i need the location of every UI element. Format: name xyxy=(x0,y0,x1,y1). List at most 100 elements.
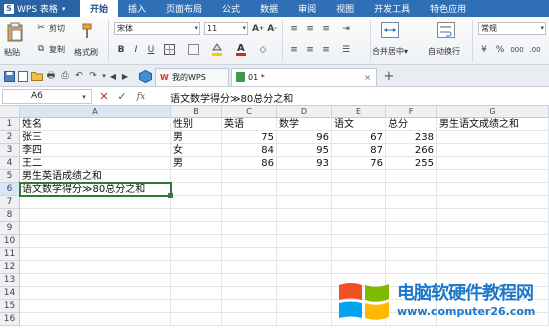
table-cell[interactable] xyxy=(277,300,332,313)
table-cell[interactable] xyxy=(20,209,171,222)
redo-icon[interactable]: ↷ xyxy=(87,70,99,82)
new-file-icon[interactable] xyxy=(17,70,29,82)
wrap-text-button[interactable]: 自动换行 xyxy=(428,46,460,57)
table-cell[interactable] xyxy=(386,222,437,235)
table-cell[interactable] xyxy=(171,196,222,209)
table-cell[interactable]: 255 xyxy=(386,157,437,170)
tab-developer[interactable]: 开发工具 xyxy=(364,0,420,17)
table-cell[interactable] xyxy=(437,196,549,209)
table-cell[interactable] xyxy=(332,248,386,261)
row-header[interactable]: 14 xyxy=(0,287,20,300)
table-cell[interactable]: 266 xyxy=(386,144,437,157)
font-color-icon[interactable]: A xyxy=(234,41,248,56)
table-cell[interactable] xyxy=(332,261,386,274)
fill-color-icon[interactable] xyxy=(210,41,224,56)
table-cell[interactable]: 英语 xyxy=(222,118,277,131)
table-cell[interactable]: 男生语文成绩之和 xyxy=(437,118,549,131)
table-cell[interactable] xyxy=(171,235,222,248)
table-cell[interactable]: 女 xyxy=(171,144,222,157)
indent-icon[interactable]: ⇥ xyxy=(340,23,352,34)
table-cell[interactable]: 93 xyxy=(277,157,332,170)
confirm-icon[interactable]: ✓ xyxy=(116,90,128,103)
table-cell[interactable] xyxy=(332,196,386,209)
table-cell[interactable] xyxy=(171,274,222,287)
undo-icon[interactable]: ↶ xyxy=(73,70,85,82)
align-middle-icon[interactable]: ≡ xyxy=(304,23,316,34)
grid-icon[interactable] xyxy=(186,43,200,56)
table-cell[interactable] xyxy=(277,235,332,248)
tab-page-layout[interactable]: 页面布局 xyxy=(156,0,212,17)
increase-font-icon[interactable]: A + xyxy=(252,22,264,35)
font-name-select[interactable]: 宋体 xyxy=(114,22,200,35)
distribute-icon[interactable]: ☰ xyxy=(340,44,352,55)
table-cell[interactable] xyxy=(20,313,171,326)
clear-format-icon[interactable]: ◇ xyxy=(256,43,270,56)
currency-icon[interactable]: ¥ xyxy=(478,43,490,56)
open-folder-icon[interactable] xyxy=(31,70,43,82)
row-header[interactable]: 6 xyxy=(0,183,20,196)
table-cell[interactable]: 姓名 xyxy=(20,118,171,131)
number-format-select[interactable]: 常规 xyxy=(478,22,546,35)
table-cell[interactable] xyxy=(277,313,332,326)
row-header[interactable]: 11 xyxy=(0,248,20,261)
cut-button[interactable]: 剪切 xyxy=(49,23,65,34)
table-cell[interactable] xyxy=(332,170,386,183)
column-header-c[interactable]: C xyxy=(222,106,277,118)
tab-review[interactable]: 审阅 xyxy=(288,0,326,17)
table-cell[interactable] xyxy=(20,300,171,313)
merge-center-icon[interactable] xyxy=(380,20,400,40)
fill-handle[interactable] xyxy=(168,193,173,198)
table-cell[interactable] xyxy=(277,196,332,209)
table-cell[interactable] xyxy=(20,274,171,287)
table-cell[interactable] xyxy=(277,222,332,235)
table-cell[interactable] xyxy=(171,261,222,274)
table-cell[interactable] xyxy=(20,287,171,300)
wrap-text-icon[interactable] xyxy=(436,20,456,40)
merge-center-button[interactable]: 合并居中▾ xyxy=(372,46,408,57)
table-cell[interactable] xyxy=(171,209,222,222)
table-cell[interactable]: 96 xyxy=(277,131,332,144)
thousands-icon[interactable]: 000 xyxy=(510,43,524,56)
formula-input[interactable]: 语文数学得分≫80总分之和 xyxy=(170,90,293,105)
table-cell[interactable] xyxy=(171,313,222,326)
font-size-select[interactable]: 11 xyxy=(204,22,248,35)
table-cell[interactable]: 75 xyxy=(222,131,277,144)
paste-button[interactable]: 粘贴 xyxy=(4,47,20,58)
align-left-icon[interactable]: ≡ xyxy=(288,44,300,55)
table-cell[interactable]: 87 xyxy=(332,144,386,157)
table-cell[interactable] xyxy=(222,287,277,300)
italic-icon[interactable]: I xyxy=(130,43,142,56)
tab-data[interactable]: 数据 xyxy=(250,0,288,17)
bold-icon[interactable]: B xyxy=(115,43,127,56)
save-icon[interactable] xyxy=(3,70,15,82)
table-cell[interactable] xyxy=(386,235,437,248)
print-icon[interactable]: 🖶 xyxy=(45,70,57,82)
table-cell[interactable]: 李四 xyxy=(20,144,171,157)
row-header[interactable]: 1 xyxy=(0,118,20,131)
table-cell[interactable] xyxy=(222,313,277,326)
table-cell[interactable]: 76 xyxy=(332,157,386,170)
table-cell[interactable]: 性别 xyxy=(171,118,222,131)
decimal-icon[interactable]: .00 xyxy=(528,43,542,56)
table-cell[interactable] xyxy=(437,131,549,144)
column-header-d[interactable]: D xyxy=(277,106,332,118)
table-cell[interactable] xyxy=(437,157,549,170)
table-cell[interactable] xyxy=(20,261,171,274)
table-cell[interactable] xyxy=(437,144,549,157)
percent-icon[interactable]: % xyxy=(494,43,506,56)
row-header[interactable]: 5 xyxy=(0,170,20,183)
table-cell[interactable] xyxy=(332,183,386,196)
row-header[interactable]: 2 xyxy=(0,131,20,144)
table-cell[interactable] xyxy=(171,222,222,235)
name-box-dropdown-icon[interactable]: ▾ xyxy=(80,91,88,102)
table-cell[interactable] xyxy=(437,170,549,183)
table-cell[interactable] xyxy=(277,274,332,287)
table-cell[interactable] xyxy=(20,235,171,248)
table-cell[interactable]: 86 xyxy=(222,157,277,170)
table-cell[interactable] xyxy=(386,209,437,222)
row-header[interactable]: 4 xyxy=(0,157,20,170)
align-right-icon[interactable]: ≡ xyxy=(320,44,332,55)
table-cell[interactable] xyxy=(386,261,437,274)
add-tab-icon[interactable]: + xyxy=(382,69,396,84)
table-cell[interactable] xyxy=(222,170,277,183)
